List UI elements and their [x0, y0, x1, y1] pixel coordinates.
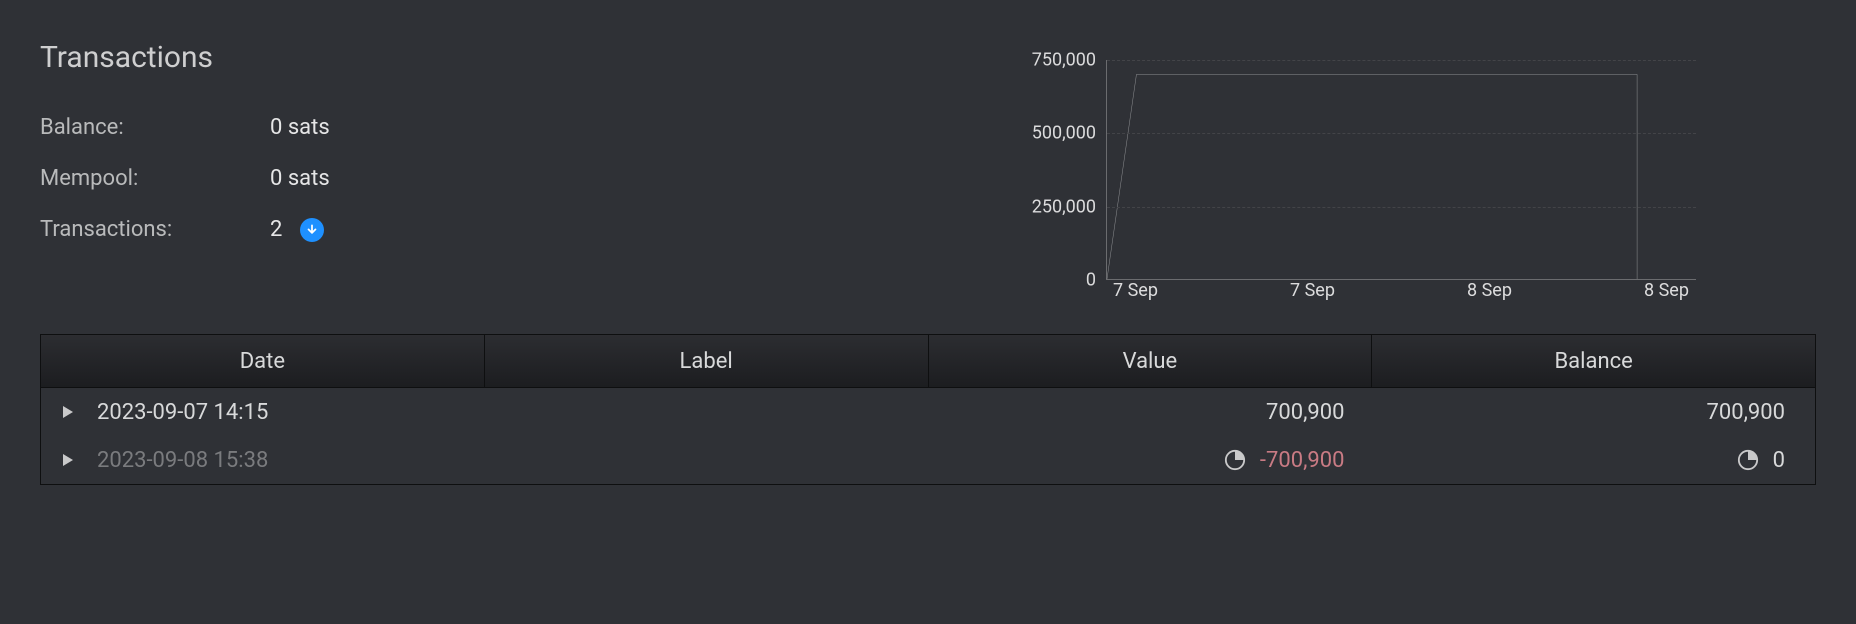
download-icon[interactable]: [300, 218, 324, 242]
x-tick: 8 Sep: [1644, 280, 1689, 301]
cell-value: -700,900: [922, 448, 1363, 473]
cell-balance: 0: [1363, 448, 1816, 473]
x-tick: 8 Sep: [1467, 280, 1512, 301]
balance-chart: 0250,000500,000750,000 7 Sep7 Sep8 Sep8 …: [996, 60, 1696, 304]
col-value[interactable]: Value: [929, 335, 1373, 387]
mempool-label: Mempool:: [40, 166, 270, 191]
cell-date: 2023-09-07 14:15: [41, 400, 482, 425]
y-tick: 500,000: [1032, 123, 1096, 144]
cell-date: 2023-09-08 15:38: [41, 448, 482, 473]
page-title: Transactions: [40, 40, 330, 75]
balance-label: Balance:: [40, 115, 270, 140]
transactions-count-value: 2: [270, 217, 282, 242]
pie-icon: [1737, 449, 1759, 471]
y-tick: 0: [1086, 270, 1096, 291]
pie-icon: [1224, 449, 1246, 471]
x-tick: 7 Sep: [1113, 280, 1158, 301]
transactions-count: 2: [270, 217, 330, 242]
expand-caret-icon[interactable]: [63, 406, 77, 418]
transactions-label: Transactions:: [40, 217, 270, 242]
mempool-value: 0 sats: [270, 166, 330, 191]
col-date[interactable]: Date: [41, 335, 485, 387]
col-label[interactable]: Label: [485, 335, 929, 387]
expand-caret-icon[interactable]: [63, 454, 77, 466]
col-balance[interactable]: Balance: [1372, 335, 1815, 387]
x-tick: 7 Sep: [1290, 280, 1335, 301]
balance-value: 0 sats: [270, 115, 330, 140]
table-row[interactable]: 2023-09-08 15:38 -700,9000: [41, 436, 1815, 484]
table-row[interactable]: 2023-09-07 14:15 700,900700,900: [41, 388, 1815, 436]
cell-balance: 700,900: [1363, 400, 1816, 425]
transactions-table: Date Label Value Balance 2023-09-07 14:1…: [40, 334, 1816, 485]
cell-value: 700,900: [922, 400, 1363, 425]
summary-panel: Transactions Balance: 0 sats Mempool: 0 …: [40, 40, 330, 242]
table-header: Date Label Value Balance: [41, 335, 1815, 388]
y-tick: 750,000: [1032, 50, 1096, 71]
y-tick: 250,000: [1032, 196, 1096, 217]
